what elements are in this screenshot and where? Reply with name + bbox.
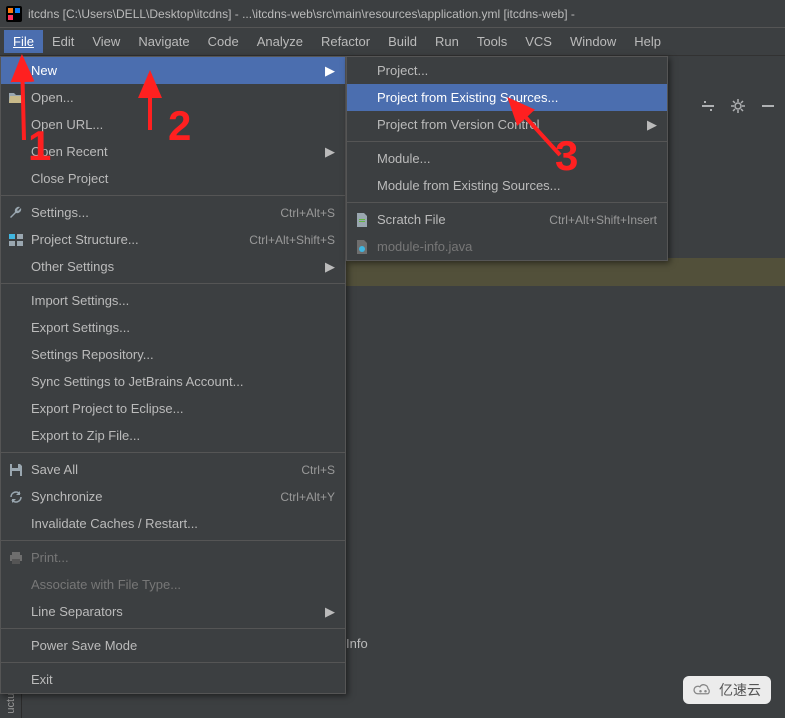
shortcut-text: Ctrl+Alt+Shift+Insert (549, 213, 657, 227)
menu-separator (347, 141, 667, 142)
file-settings[interactable]: Settings... Ctrl+Alt+S (1, 199, 345, 226)
sync-icon (8, 489, 24, 505)
menu-vcs[interactable]: VCS (516, 30, 561, 53)
submenu-arrow-icon: ▶ (647, 117, 657, 133)
app-icon (6, 6, 22, 22)
file-sync-settings[interactable]: Sync Settings to JetBrains Account... (1, 368, 345, 395)
new-module-existing-sources[interactable]: Module from Existing Sources... (347, 172, 667, 199)
new-project[interactable]: Project... (347, 57, 667, 84)
watermark: 亿速云 (683, 676, 771, 704)
menu-file[interactable]: File (4, 30, 43, 53)
window-title: itcdns [C:\Users\DELL\Desktop\itcdns] - … (28, 7, 575, 21)
menu-tools[interactable]: Tools (468, 30, 516, 53)
menu-refactor[interactable]: Refactor (312, 30, 379, 53)
wrench-icon (8, 205, 24, 221)
menu-analyze[interactable]: Analyze (248, 30, 312, 53)
file-exit[interactable]: Exit (1, 666, 345, 693)
file-close-project[interactable]: Close Project (1, 165, 345, 192)
file-export-settings[interactable]: Export Settings... (1, 314, 345, 341)
shortcut-text: Ctrl+S (301, 463, 335, 477)
menu-separator (1, 662, 345, 663)
new-project-existing-sources[interactable]: Project from Existing Sources... (347, 84, 667, 111)
toolbar-right (695, 94, 781, 118)
file-export-zip[interactable]: Export to Zip File... (1, 422, 345, 449)
menu-view[interactable]: View (83, 30, 129, 53)
menu-run[interactable]: Run (426, 30, 468, 53)
toolbar-divide-icon[interactable] (695, 94, 721, 118)
shortcut-text: Ctrl+Alt+Y (280, 490, 335, 504)
submenu-arrow-icon: ▶ (325, 604, 335, 620)
menu-separator (1, 283, 345, 284)
editor-highlight-strip (346, 258, 785, 286)
new-submenu: Project... Project from Existing Sources… (346, 56, 668, 261)
menu-navigate[interactable]: Navigate (129, 30, 198, 53)
file-settings-repository[interactable]: Settings Repository... (1, 341, 345, 368)
menu-separator (1, 628, 345, 629)
file-open-recent[interactable]: Open Recent ▶ (1, 138, 345, 165)
file-import-settings[interactable]: Import Settings... (1, 287, 345, 314)
new-module-info-java[interactable]: module-info.java (347, 233, 667, 260)
save-icon (8, 462, 24, 478)
file-save-all[interactable]: Save All Ctrl+S (1, 456, 345, 483)
cloud-logo-icon (693, 683, 713, 697)
menu-code[interactable]: Code (199, 30, 248, 53)
new-scratch-file[interactable]: Scratch File Ctrl+Alt+Shift+Insert (347, 206, 667, 233)
menu-separator (1, 195, 345, 196)
toolbar-minimize-icon[interactable] (755, 94, 781, 118)
toolbar-gear-icon[interactable] (725, 94, 751, 118)
file-project-structure[interactable]: Project Structure... Ctrl+Alt+Shift+S (1, 226, 345, 253)
file-open[interactable]: Open... (1, 84, 345, 111)
file-associate[interactable]: Associate with File Type... (1, 571, 345, 598)
menu-bar: File Edit View Navigate Code Analyze Ref… (0, 28, 785, 56)
folder-open-icon (8, 90, 24, 106)
new-module[interactable]: Module... (347, 145, 667, 172)
shortcut-text: Ctrl+Alt+S (280, 206, 335, 220)
file-new[interactable]: New ▶ (1, 57, 345, 84)
file-open-url[interactable]: Open URL... (1, 111, 345, 138)
menu-help[interactable]: Help (625, 30, 670, 53)
file-invalidate-caches[interactable]: Invalidate Caches / Restart... (1, 510, 345, 537)
new-project-version-control[interactable]: Project from Version Control ▶ (347, 111, 667, 138)
submenu-arrow-icon: ▶ (325, 144, 335, 160)
file-export-eclipse[interactable]: Export Project to Eclipse... (1, 395, 345, 422)
submenu-arrow-icon: ▶ (325, 63, 335, 79)
file-menu-dropdown: New ▶ Open... Open URL... Open Recent ▶ … (0, 56, 346, 694)
menu-separator (1, 540, 345, 541)
menu-separator (347, 202, 667, 203)
file-other-settings[interactable]: Other Settings ▶ (1, 253, 345, 280)
scratch-file-icon (354, 212, 370, 228)
file-line-separators[interactable]: Line Separators ▶ (1, 598, 345, 625)
menu-window[interactable]: Window (561, 30, 625, 53)
menu-build[interactable]: Build (379, 30, 426, 53)
file-print[interactable]: Print... (1, 544, 345, 571)
shortcut-text: Ctrl+Alt+Shift+S (249, 233, 335, 247)
info-label: Info (346, 636, 368, 651)
project-structure-icon (8, 232, 24, 248)
file-synchronize[interactable]: Synchronize Ctrl+Alt+Y (1, 483, 345, 510)
watermark-text: 亿速云 (719, 680, 761, 700)
java-file-icon (354, 239, 370, 255)
printer-icon (8, 550, 24, 566)
menu-edit[interactable]: Edit (43, 30, 83, 53)
submenu-arrow-icon: ▶ (325, 259, 335, 275)
file-power-save[interactable]: Power Save Mode (1, 632, 345, 659)
title-bar: itcdns [C:\Users\DELL\Desktop\itcdns] - … (0, 0, 785, 28)
menu-separator (1, 452, 345, 453)
